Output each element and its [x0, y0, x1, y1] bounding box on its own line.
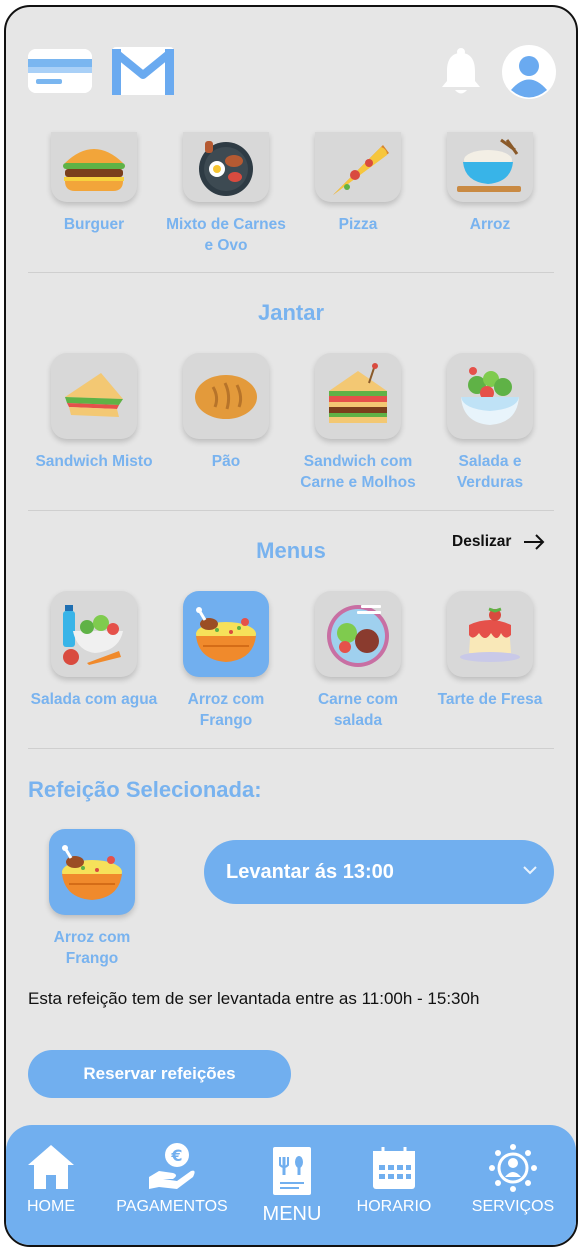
- bell-icon[interactable]: [440, 47, 482, 97]
- burger-icon: [51, 132, 137, 202]
- scroll-hint[interactable]: Deslizar: [452, 533, 545, 551]
- food-item-salada[interactable]: Salada e Verduras: [425, 353, 555, 493]
- phone-frame: Burguer Mixto de Carnes e Ovo Pizza Arro…: [4, 5, 578, 1247]
- food-item-sandwich-misto[interactable]: Sandwich Misto: [29, 353, 159, 472]
- nav-label: HORARIO: [356, 1198, 432, 1215]
- payment-icon: €: [149, 1143, 195, 1189]
- pickup-time-value: Levantar ás 13:00: [226, 860, 394, 883]
- food-item-mixto[interactable]: Mixto de Carnes e Ovo: [161, 132, 291, 256]
- pickup-info-text: Esta refeição tem de ser levantada entre…: [28, 989, 480, 1008]
- club-sandwich-icon: [315, 353, 401, 439]
- card-icon[interactable]: [28, 49, 92, 93]
- food-label: Mixto de Carnes e Ovo: [166, 216, 286, 254]
- food-label: Tarte de Fresa: [437, 691, 543, 708]
- svg-text:€: €: [170, 1146, 182, 1165]
- divider: [28, 510, 554, 511]
- calendar-icon: [373, 1147, 415, 1189]
- food-label: Pizza: [338, 216, 378, 233]
- food-label: Arroz com Frango: [187, 691, 265, 729]
- selected-meal-label: Arroz com Frango: [53, 929, 131, 967]
- food-item-salada-agua[interactable]: Salada com agua: [29, 591, 159, 710]
- food-item-burguer[interactable]: Burguer: [29, 132, 159, 235]
- food-item-sandwich-carne[interactable]: Sandwich com Carne e Molhos: [293, 353, 423, 493]
- salad-icon: [447, 353, 533, 439]
- food-label: Carne com salada: [317, 691, 399, 729]
- food-item-tarte-fresa[interactable]: Tarte de Fresa: [425, 591, 555, 710]
- rice-bowl-icon: [447, 132, 533, 202]
- food-item-pizza[interactable]: Pizza: [293, 132, 423, 235]
- chicken-rice-icon: [183, 591, 269, 677]
- food-item-arroz[interactable]: Arroz: [425, 132, 555, 235]
- selected-meal-title: Refeição Selecionada:: [28, 777, 262, 802]
- bottom-nav: HOME € PAGAMENTOS MENU HORARIO SERVIÇOS: [6, 1125, 576, 1245]
- chevron-down-icon: [523, 866, 537, 875]
- pizza-icon: [315, 132, 401, 202]
- services-icon: [489, 1144, 537, 1192]
- sandwich-icon: [51, 353, 137, 439]
- home-icon: [28, 1145, 74, 1189]
- nav-label: PAGAMENTOS: [116, 1198, 228, 1215]
- top-bar: [6, 7, 576, 132]
- food-label: Sandwich Misto: [35, 453, 153, 470]
- chicken-rice-icon: [49, 829, 135, 915]
- food-label: Pão: [211, 453, 241, 470]
- divider: [28, 748, 554, 749]
- nav-label: HOME: [27, 1198, 75, 1215]
- pickup-time-select[interactable]: Levantar ás 13:00: [204, 840, 554, 904]
- nav-label: SERVIÇOS: [471, 1198, 555, 1215]
- meat-salad-icon: [315, 591, 401, 677]
- strawberry-tart-icon: [447, 591, 533, 677]
- scroll-hint-label: Deslizar: [452, 533, 512, 550]
- food-item-arroz-frango[interactable]: Arroz com Frango: [161, 591, 291, 731]
- food-label: Sandwich com Carne e Molhos: [300, 453, 416, 491]
- food-label: Burguer: [63, 216, 125, 233]
- selected-meal-card: Arroz com Frango: [27, 829, 157, 969]
- food-item-carne-salada[interactable]: Carne com salada: [293, 591, 423, 731]
- salad-water-icon: [51, 591, 137, 677]
- divider: [28, 272, 554, 273]
- section-title-jantar: Jantar: [257, 300, 325, 325]
- food-label: Arroz: [469, 216, 511, 233]
- bread-icon: [183, 353, 269, 439]
- food-label: Salada com agua: [30, 691, 158, 708]
- mail-icon[interactable]: [112, 47, 174, 95]
- avatar-icon[interactable]: [502, 45, 556, 99]
- reserve-button[interactable]: Reservar refeições: [28, 1050, 291, 1098]
- food-label: Salada e Verduras: [456, 453, 524, 491]
- menu-icon: [273, 1147, 311, 1195]
- mixed-grill-icon: [183, 132, 269, 202]
- food-item-pao[interactable]: Pão: [161, 353, 291, 472]
- arrow-right-icon: [524, 534, 545, 550]
